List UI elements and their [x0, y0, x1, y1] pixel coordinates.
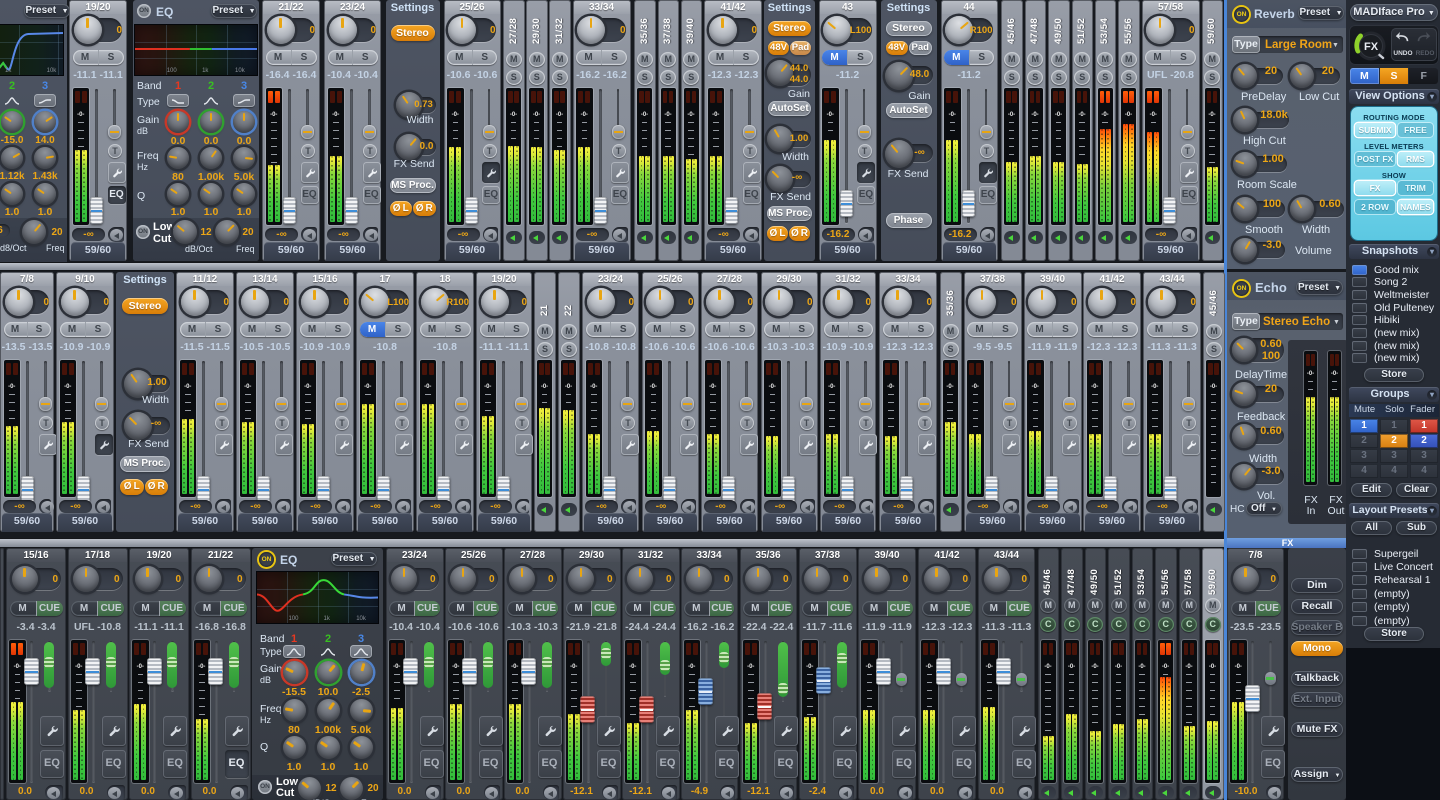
svg-text:FX: FX: [1364, 41, 1379, 53]
